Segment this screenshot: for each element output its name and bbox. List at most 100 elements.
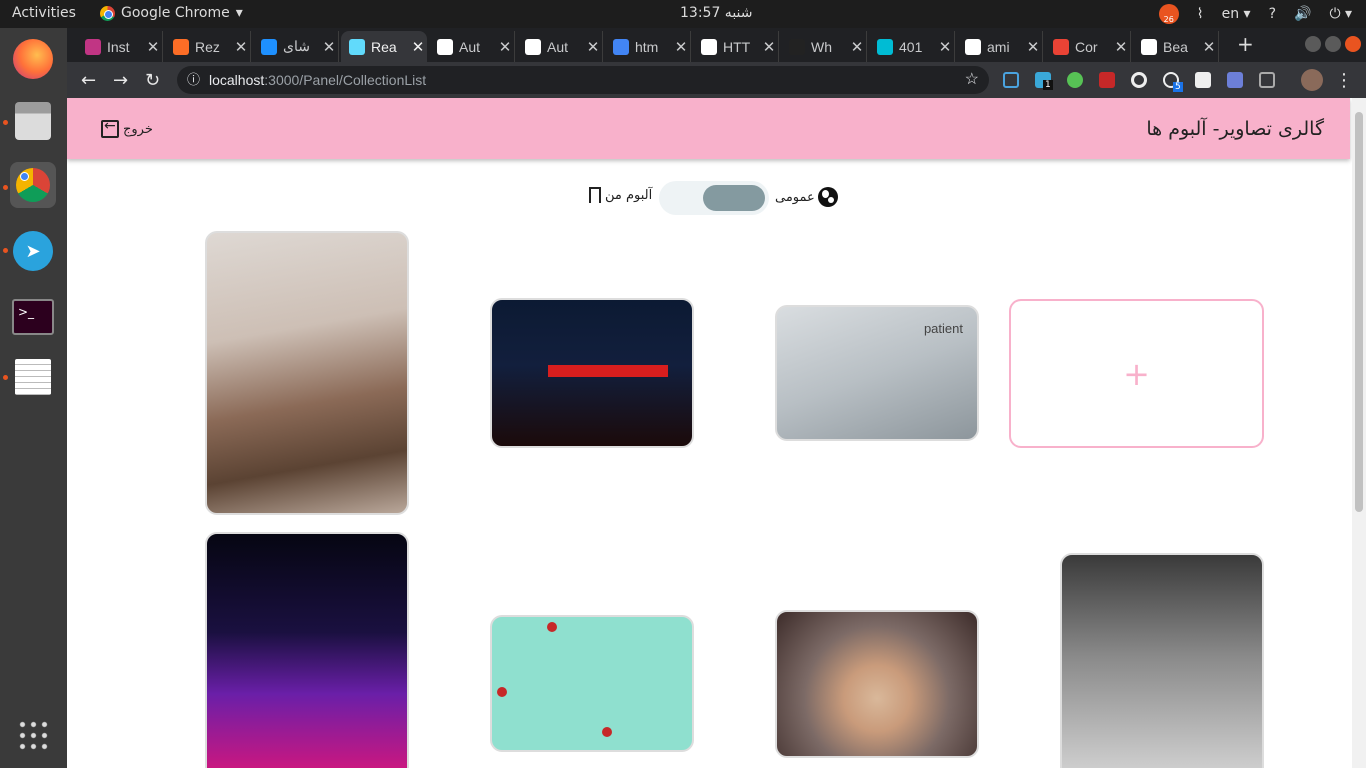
tab[interactable]: Aut ✕ — [429, 31, 515, 62]
address-bar[interactable]: ⓘ localhost:3000/Panel/CollectionList ☆ — [177, 66, 989, 94]
avatar[interactable] — [1301, 69, 1323, 91]
close-tab-icon[interactable]: ✕ — [232, 38, 250, 56]
extension-icon[interactable] — [1003, 72, 1019, 88]
close-tab-icon[interactable]: ✕ — [760, 38, 778, 56]
reload-icon[interactable]: ↻ — [145, 70, 160, 91]
tab[interactable]: 401 ✕ — [869, 31, 955, 62]
close-tab-icon[interactable]: ✕ — [409, 38, 427, 56]
tab-favicon-icon — [1141, 38, 1157, 55]
show-apps-icon[interactable] — [10, 712, 56, 758]
tab-favicon-icon — [525, 38, 541, 55]
tab[interactable]: Cor ✕ — [1045, 31, 1131, 62]
paperclip-icon[interactable]: ⌇ — [1197, 6, 1204, 22]
album-card[interactable]: patient — [775, 305, 979, 441]
files-icon[interactable] — [10, 98, 56, 144]
help-icon[interactable]: ? — [1269, 6, 1276, 22]
album-card[interactable] — [205, 532, 409, 768]
close-tab-icon[interactable]: ✕ — [496, 38, 514, 56]
scrollbar-thumb[interactable] — [1355, 112, 1363, 512]
close-tab-icon[interactable]: ✕ — [584, 38, 602, 56]
close-tab-icon[interactable]: ✕ — [144, 38, 162, 56]
tab[interactable]: Wh ✕ — [781, 31, 867, 62]
new-tab-icon[interactable]: + — [1237, 32, 1254, 56]
page-content: گالری تصاویر- آلبوم ها خروج آلبوم من عمو… — [67, 98, 1352, 768]
badge-icon[interactable]: 26 — [1158, 4, 1179, 24]
close-tab-icon[interactable]: ✕ — [672, 38, 690, 56]
tab[interactable]: Inst ✕ — [77, 31, 163, 62]
system-tray[interactable]: 26 ⌇ en ▾ ? 🔊 ⏻ ▾ — [1158, 4, 1352, 24]
tab-title: Rez — [195, 38, 220, 55]
text-editor-icon[interactable] — [10, 354, 56, 400]
scrollbar[interactable] — [1352, 98, 1366, 768]
tab[interactable]: ami ✕ — [957, 31, 1043, 62]
tab-favicon-icon — [173, 38, 189, 55]
app-menu[interactable]: Google Chrome ▾ — [100, 5, 243, 21]
globe-icon — [817, 187, 838, 207]
tab-favicon-icon — [965, 38, 981, 55]
chart-highlight — [548, 365, 668, 377]
close-tab-icon[interactable]: ✕ — [1200, 38, 1218, 56]
ornament — [547, 622, 557, 632]
activities-button[interactable]: Activities — [12, 5, 76, 21]
album-card[interactable] — [490, 615, 694, 752]
tab-favicon-icon — [437, 38, 453, 55]
telegram-icon[interactable]: ➤ — [10, 228, 56, 274]
menu-icon[interactable]: ⋮ — [1335, 70, 1353, 91]
clock[interactable]: شنبه 13:57 — [680, 5, 753, 21]
tab[interactable]: Rez ✕ — [165, 31, 251, 62]
extension-icon[interactable] — [1195, 72, 1211, 88]
tab-favicon-icon — [1053, 38, 1069, 55]
forward-icon[interactable]: → — [113, 70, 128, 91]
album-card[interactable] — [775, 610, 979, 758]
page-title: گالری تصاویر- آلبوم ها — [1146, 118, 1324, 140]
extension-icon[interactable] — [1131, 72, 1147, 88]
close-tab-icon[interactable]: ✕ — [1112, 38, 1130, 56]
close-tab-icon[interactable]: ✕ — [936, 38, 954, 56]
power-icon[interactable]: ⏻ ▾ — [1329, 6, 1352, 22]
bookmark-icon — [589, 187, 601, 203]
tab[interactable]: Rea ✕ — [341, 31, 427, 62]
logout-button[interactable]: خروج — [101, 118, 153, 138]
album-card[interactable] — [1060, 553, 1264, 768]
chrome-dock-icon[interactable] — [10, 162, 56, 208]
toggle-switch[interactable] — [659, 181, 769, 215]
add-album-button[interactable]: + — [1009, 299, 1264, 448]
logout-label: خروج — [123, 121, 153, 137]
album-card[interactable] — [490, 298, 694, 448]
public-option[interactable]: عمومی — [775, 187, 838, 207]
extension-icon[interactable] — [1259, 72, 1275, 88]
close-window-icon[interactable] — [1345, 36, 1361, 52]
close-tab-icon[interactable]: ✕ — [320, 38, 338, 56]
running-indicator — [3, 375, 8, 380]
url-host: localhost — [209, 72, 265, 88]
tab-title: Cor — [1075, 38, 1098, 55]
extension-icon[interactable] — [1227, 72, 1243, 88]
tab-title: شای — [283, 38, 310, 54]
extension-icon[interactable]: 5 — [1163, 72, 1183, 92]
volume-icon[interactable]: 🔊 — [1294, 6, 1311, 22]
my-album-option[interactable]: آلبوم من — [589, 187, 652, 203]
back-icon[interactable]: ← — [81, 70, 96, 91]
minimize-icon[interactable] — [1305, 36, 1321, 52]
app-header: گالری تصاویر- آلبوم ها خروج — [67, 98, 1350, 159]
language-indicator[interactable]: en ▾ — [1222, 6, 1251, 22]
tab-strip: Inst ✕ Rez ✕ شای ✕ Rea ✕ Aut ✕ Aut ✕ htm ✕ HTT ✕ Wh ✕ 401 ✕… — [67, 28, 1366, 62]
tab[interactable]: شای ✕ — [253, 31, 339, 62]
close-tab-icon[interactable]: ✕ — [1024, 38, 1042, 56]
terminal-icon[interactable]: >_ — [10, 294, 56, 340]
extension-icon[interactable] — [1067, 72, 1083, 88]
extension-icon[interactable]: 1 — [1035, 72, 1053, 90]
album-card[interactable] — [205, 231, 409, 515]
tab[interactable]: Bea ✕ — [1133, 31, 1219, 62]
tab-title: 401 — [899, 38, 923, 55]
close-tab-icon[interactable]: ✕ — [848, 38, 866, 56]
info-icon[interactable]: ⓘ — [187, 66, 200, 94]
extension-icon[interactable] — [1099, 72, 1115, 88]
tab[interactable]: Aut ✕ — [517, 31, 603, 62]
star-icon[interactable]: ☆ — [965, 66, 979, 94]
tab[interactable]: HTT ✕ — [693, 31, 779, 62]
system-top-bar: Activities Google Chrome ▾ شنبه 13:57 26 … — [0, 0, 1366, 28]
maximize-icon[interactable] — [1325, 36, 1341, 52]
firefox-icon[interactable] — [10, 36, 56, 82]
tab[interactable]: htm ✕ — [605, 31, 691, 62]
